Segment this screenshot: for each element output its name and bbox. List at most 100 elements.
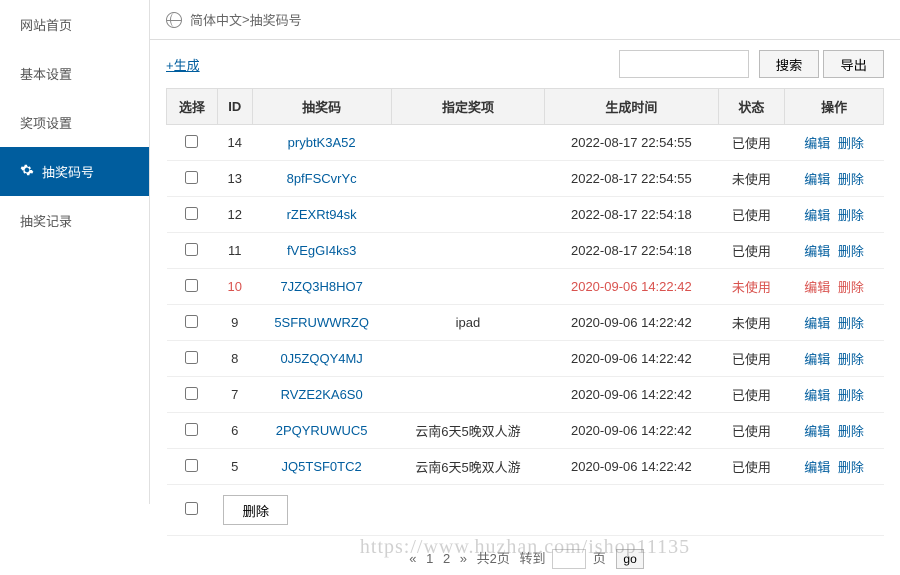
edit-link[interactable]: 编辑 bbox=[804, 172, 830, 187]
edit-link[interactable]: 编辑 bbox=[804, 280, 830, 295]
code-link[interactable]: 8pfFSCvrYc bbox=[287, 171, 357, 186]
pager-total: 共2页 bbox=[477, 551, 510, 566]
code-link[interactable]: 0J5ZQQY4MJ bbox=[280, 351, 362, 366]
search-input[interactable] bbox=[619, 50, 749, 78]
cell-prize bbox=[391, 341, 544, 377]
cell-status: 已使用 bbox=[718, 449, 785, 485]
row-checkbox[interactable] bbox=[185, 135, 198, 148]
col-header: 抽奖码 bbox=[252, 89, 391, 125]
delete-link[interactable]: 删除 bbox=[838, 352, 864, 367]
cell-prize: 云南6天5晚双人游 bbox=[391, 449, 544, 485]
cell-status: 未使用 bbox=[718, 305, 785, 341]
table-row: 11 fVEgGI4ks3 2022-08-17 22:54:18已使用 编辑 删除 bbox=[167, 233, 884, 269]
cell-time: 2020-09-06 14:22:42 bbox=[545, 449, 718, 485]
table-row: 138pfFSCvrYc2022-08-17 22:54:55未使用编辑 删除 bbox=[167, 161, 884, 197]
pager-last[interactable]: » bbox=[460, 551, 467, 566]
delete-link[interactable]: 删除 bbox=[838, 460, 864, 475]
codes-table: 选择ID抽奖码指定奖项生成时间状态操作 14prybtK3A522022-08-… bbox=[166, 88, 884, 536]
row-checkbox[interactable] bbox=[185, 351, 198, 364]
row-checkbox[interactable] bbox=[185, 171, 198, 184]
nav-basic-settings[interactable]: 基本设置 bbox=[0, 49, 149, 98]
cell-time: 2020-09-06 14:22:42 bbox=[545, 377, 718, 413]
sidebar: 网站首页 基本设置 奖项设置 抽奖码号 抽奖记录 bbox=[0, 0, 150, 504]
cell-status: 已使用 bbox=[718, 341, 785, 377]
cell-id: 11 bbox=[217, 233, 252, 269]
delete-link[interactable]: 删除 bbox=[838, 316, 864, 331]
row-checkbox[interactable] bbox=[185, 387, 198, 400]
edit-link[interactable]: 编辑 bbox=[804, 136, 830, 151]
search-button[interactable]: 搜索 bbox=[759, 50, 820, 78]
edit-link[interactable]: 编辑 bbox=[804, 388, 830, 403]
code-link[interactable]: RVZE2KA6S0 bbox=[281, 387, 363, 402]
row-checkbox[interactable] bbox=[185, 207, 198, 220]
cell-id: 7 bbox=[217, 377, 252, 413]
code-link[interactable]: rZEXRt94sk bbox=[287, 207, 357, 222]
delete-link[interactable]: 删除 bbox=[838, 280, 864, 295]
table-row: 95SFRUWWRZQipad2020-09-06 14:22:42未使用编辑 … bbox=[167, 305, 884, 341]
code-link[interactable]: 5SFRUWWRZQ bbox=[274, 315, 369, 330]
cell-status: 未使用 bbox=[718, 161, 785, 197]
cell-time: 2020-09-06 14:22:42 bbox=[545, 341, 718, 377]
delete-link[interactable]: 删除 bbox=[838, 172, 864, 187]
code-link[interactable]: JQ5TSF0TC2 bbox=[282, 459, 362, 474]
nav-lottery-records[interactable]: 抽奖记录 bbox=[0, 196, 149, 245]
cell-time: 2022-08-17 22:54:55 bbox=[545, 125, 718, 161]
pager-page-1[interactable]: 1 bbox=[426, 551, 433, 566]
edit-link[interactable]: 编辑 bbox=[804, 316, 830, 331]
edit-link[interactable]: 编辑 bbox=[804, 424, 830, 439]
edit-link[interactable]: 编辑 bbox=[804, 352, 830, 367]
pager-go-button[interactable]: go bbox=[616, 549, 643, 569]
edit-link[interactable]: 编辑 bbox=[804, 460, 830, 475]
table-row: 107JZQ3H8HO72020-09-06 14:22:42未使用编辑 删除 bbox=[167, 269, 884, 305]
code-link[interactable]: fVEgGI4ks3 bbox=[287, 243, 356, 258]
delete-link[interactable]: 删除 bbox=[838, 136, 864, 151]
row-checkbox[interactable] bbox=[185, 459, 198, 472]
delete-link[interactable]: 删除 bbox=[838, 208, 864, 223]
edit-link[interactable]: 编辑 bbox=[804, 208, 830, 223]
cell-id: 14 bbox=[217, 125, 252, 161]
col-header: 状态 bbox=[718, 89, 785, 125]
toolbar: +生成 搜索 导出 bbox=[150, 40, 900, 88]
row-checkbox[interactable] bbox=[185, 243, 198, 256]
cell-prize: ipad bbox=[391, 305, 544, 341]
bulk-delete-button[interactable]: 删除 bbox=[223, 495, 288, 525]
row-checkbox[interactable] bbox=[185, 423, 198, 436]
delete-link[interactable]: 删除 bbox=[838, 388, 864, 403]
row-checkbox[interactable] bbox=[185, 279, 198, 292]
table-row: 7RVZE2KA6S02020-09-06 14:22:42已使用编辑 删除 bbox=[167, 377, 884, 413]
breadcrumb-page: 抽奖码号 bbox=[250, 10, 302, 29]
cell-time: 2020-09-06 14:22:42 bbox=[545, 413, 718, 449]
table-row: 62PQYRUWUC5云南6天5晚双人游2020-09-06 14:22:42已… bbox=[167, 413, 884, 449]
cell-id: 13 bbox=[217, 161, 252, 197]
cell-status: 已使用 bbox=[718, 233, 785, 269]
breadcrumb-lang[interactable]: 简体中文 bbox=[190, 10, 242, 29]
col-header: 操作 bbox=[785, 89, 884, 125]
cell-prize bbox=[391, 269, 544, 305]
code-link[interactable]: 7JZQ3H8HO7 bbox=[280, 279, 362, 294]
pager-page-2[interactable]: 2 bbox=[443, 551, 450, 566]
cell-prize bbox=[391, 377, 544, 413]
nav-home[interactable]: 网站首页 bbox=[0, 0, 149, 49]
export-button[interactable]: 导出 bbox=[823, 50, 884, 78]
gear-icon bbox=[20, 163, 34, 180]
cell-status: 未使用 bbox=[718, 269, 785, 305]
edit-link[interactable]: 编辑 bbox=[804, 244, 830, 259]
pager-jump-input[interactable] bbox=[552, 549, 586, 569]
delete-link[interactable]: 删除 bbox=[838, 244, 864, 259]
cell-id: 12 bbox=[217, 197, 252, 233]
nav-prize-settings[interactable]: 奖项设置 bbox=[0, 98, 149, 147]
delete-link[interactable]: 删除 bbox=[838, 424, 864, 439]
code-link[interactable]: prybtK3A52 bbox=[288, 135, 356, 150]
generate-link[interactable]: +生成 bbox=[166, 55, 200, 74]
table-row: 12rZEXRt94sk2022-08-17 22:54:18已使用编辑 删除 bbox=[167, 197, 884, 233]
breadcrumb: 简体中文 > 抽奖码号 bbox=[150, 0, 900, 40]
row-checkbox[interactable] bbox=[185, 315, 198, 328]
cell-prize bbox=[391, 197, 544, 233]
pager-jump-prefix: 转到 bbox=[520, 551, 546, 566]
cell-time: 2022-08-17 22:54:18 bbox=[545, 233, 718, 269]
pager-first[interactable]: « bbox=[409, 551, 416, 566]
cell-time: 2020-09-06 14:22:42 bbox=[545, 305, 718, 341]
cell-id: 5 bbox=[217, 449, 252, 485]
code-link[interactable]: 2PQYRUWUC5 bbox=[276, 423, 368, 438]
nav-lottery-codes[interactable]: 抽奖码号 bbox=[0, 147, 149, 196]
